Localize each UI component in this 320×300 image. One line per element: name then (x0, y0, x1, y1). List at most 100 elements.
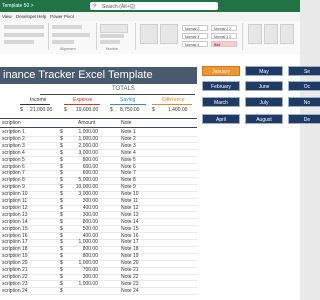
month-button-june[interactable]: June (245, 81, 283, 91)
row-description[interactable]: scription 9 (2, 184, 25, 190)
row-description[interactable]: scription 2 (2, 136, 25, 142)
row-note[interactable]: Note 18 (121, 246, 139, 252)
row-description[interactable]: scription 8 (2, 177, 25, 183)
row-description[interactable]: scription 13 (2, 212, 28, 218)
month-button-se[interactable]: Se (288, 66, 320, 76)
style-normal-2[interactable]: Normal 2 (182, 25, 208, 31)
row-description[interactable]: scription 17 (2, 239, 28, 245)
row-note[interactable]: Note 23 (121, 281, 139, 287)
row-description[interactable]: scription 4 (2, 150, 25, 156)
row-note[interactable]: Note 13 (121, 212, 139, 218)
style-bad[interactable]: Bad (211, 41, 237, 47)
row-description[interactable]: scription 14 (2, 219, 28, 225)
row-note[interactable]: Note 15 (121, 226, 139, 232)
row-amount[interactable]: 3,000.00 (68, 150, 98, 156)
row-amount[interactable]: 10,000.00 (68, 184, 98, 190)
month-button-no[interactable]: No (288, 97, 320, 107)
row-note[interactable]: Note 9 (121, 184, 136, 190)
month-button-january[interactable]: January (202, 66, 240, 76)
month-button-de[interactable]: De (288, 114, 320, 124)
format-as-table-button[interactable] (160, 24, 178, 44)
row-amount[interactable]: 2,000.00 (68, 143, 98, 149)
row-amount[interactable]: 800.00 (68, 219, 98, 225)
row-amount[interactable]: 500.00 (68, 226, 98, 232)
row-note[interactable]: Note 2 (121, 136, 136, 142)
row-description[interactable]: scription 24 (2, 288, 28, 294)
row-note[interactable]: Note 8 (121, 177, 136, 183)
month-button-march[interactable]: March (202, 97, 240, 107)
row-amount[interactable]: 800.00 (68, 157, 98, 163)
row-amount[interactable]: 3,000.00 (68, 191, 98, 197)
row-note[interactable]: Note 22 (121, 274, 139, 280)
row-amount[interactable]: 300.00 (68, 274, 98, 280)
row-description[interactable]: scription 21 (2, 267, 28, 273)
row-note[interactable]: Note 16 (121, 233, 139, 239)
row-note[interactable]: Note 14 (121, 219, 139, 225)
row-note[interactable]: Note 12 (121, 205, 139, 211)
tab-help[interactable]: Help (37, 14, 46, 19)
row-amount[interactable]: 400.00 (68, 233, 98, 239)
row-note[interactable]: Note 4 (121, 150, 136, 156)
tab-developer[interactable]: Developer (16, 14, 37, 19)
row-amount[interactable]: 800.00 (68, 246, 98, 252)
row-note[interactable]: Note 21 (121, 267, 139, 273)
style-normal-4[interactable]: Normal 4 (182, 41, 208, 47)
row-note[interactable]: Note 1 (121, 129, 136, 135)
month-button-february[interactable]: February (202, 81, 240, 91)
row-amount[interactable]: 1,000.00 (68, 260, 98, 266)
row-description[interactable]: scription 1 (2, 129, 25, 135)
style-normal-3[interactable]: Normal 3 (182, 33, 208, 39)
row-description[interactable]: scription 22 (2, 274, 28, 280)
style-normal-2-2[interactable]: Normal 2 2 (211, 25, 237, 31)
conditional-formatting-button[interactable] (140, 24, 158, 44)
month-button-july[interactable]: July (245, 97, 283, 107)
row-description[interactable]: scription 10 (2, 191, 28, 197)
row-note[interactable]: Note 11 (121, 198, 138, 204)
row-note[interactable]: Note 7 (121, 170, 136, 176)
row-description[interactable]: scription 19 (2, 253, 28, 259)
row-note[interactable]: Note 24 (121, 288, 139, 294)
month-button-oc[interactable]: Oc (288, 81, 320, 91)
row-description[interactable]: scription 6 (2, 164, 25, 170)
row-amount[interactable]: 700.00 (68, 267, 98, 273)
row-amount[interactable]: 1,000.00 (68, 239, 98, 245)
row-note[interactable]: Note 3 (121, 143, 136, 149)
row-note[interactable]: Note 10 (121, 191, 139, 197)
row-amount[interactable]: 1,000.00 (68, 281, 98, 287)
row-description[interactable]: scription 16 (2, 233, 28, 239)
delete-cells-button[interactable] (264, 24, 278, 44)
row-amount[interactable]: 400.00 (68, 205, 98, 211)
row-amount[interactable]: 1,000.00 (68, 129, 98, 135)
search-input[interactable]: ⚲ Search (Alt+Q) (90, 2, 218, 10)
month-button-may[interactable]: May (245, 66, 283, 76)
tab-power-pivot[interactable]: Power Pivot (50, 14, 74, 19)
style-normal-3-2[interactable]: Normal 3 2 (211, 33, 237, 39)
tab-view[interactable]: View (2, 14, 12, 19)
month-button-august[interactable]: August (245, 114, 283, 124)
row-description[interactable]: scription 20 (2, 260, 28, 266)
row-note[interactable]: Note 6 (121, 164, 136, 170)
row-note[interactable]: Note 19 (121, 253, 139, 259)
row-description[interactable]: scription 15 (2, 226, 28, 232)
row-note[interactable]: Note 20 (121, 260, 139, 266)
row-amount[interactable]: 600.00 (68, 164, 98, 170)
row-amount[interactable]: 600.00 (68, 170, 98, 176)
row-note[interactable]: Note 5 (121, 157, 136, 163)
row-description[interactable]: scription 5 (2, 157, 25, 163)
row-amount[interactable]: 300.00 (68, 212, 98, 218)
row-description[interactable]: scription 11 (2, 198, 27, 204)
row-description[interactable]: scription 18 (2, 246, 28, 252)
totals-label: TOTALS (112, 86, 135, 92)
row-description[interactable]: scription 7 (2, 170, 25, 176)
row-note[interactable]: Note 17 (121, 239, 139, 245)
month-button-april[interactable]: April (202, 114, 240, 124)
row-amount[interactable]: 5,000.00 (68, 177, 98, 183)
row-description[interactable]: scription 3 (2, 143, 25, 149)
row-amount[interactable]: 800.00 (68, 253, 98, 259)
row-description[interactable]: scription 23 (2, 281, 28, 287)
insert-cells-button[interactable] (248, 24, 262, 44)
row-amount[interactable]: 1,000.00 (68, 136, 98, 142)
row-amount[interactable]: 300.00 (68, 198, 98, 204)
format-cells-button[interactable] (280, 24, 294, 44)
row-description[interactable]: scription 12 (2, 205, 28, 211)
